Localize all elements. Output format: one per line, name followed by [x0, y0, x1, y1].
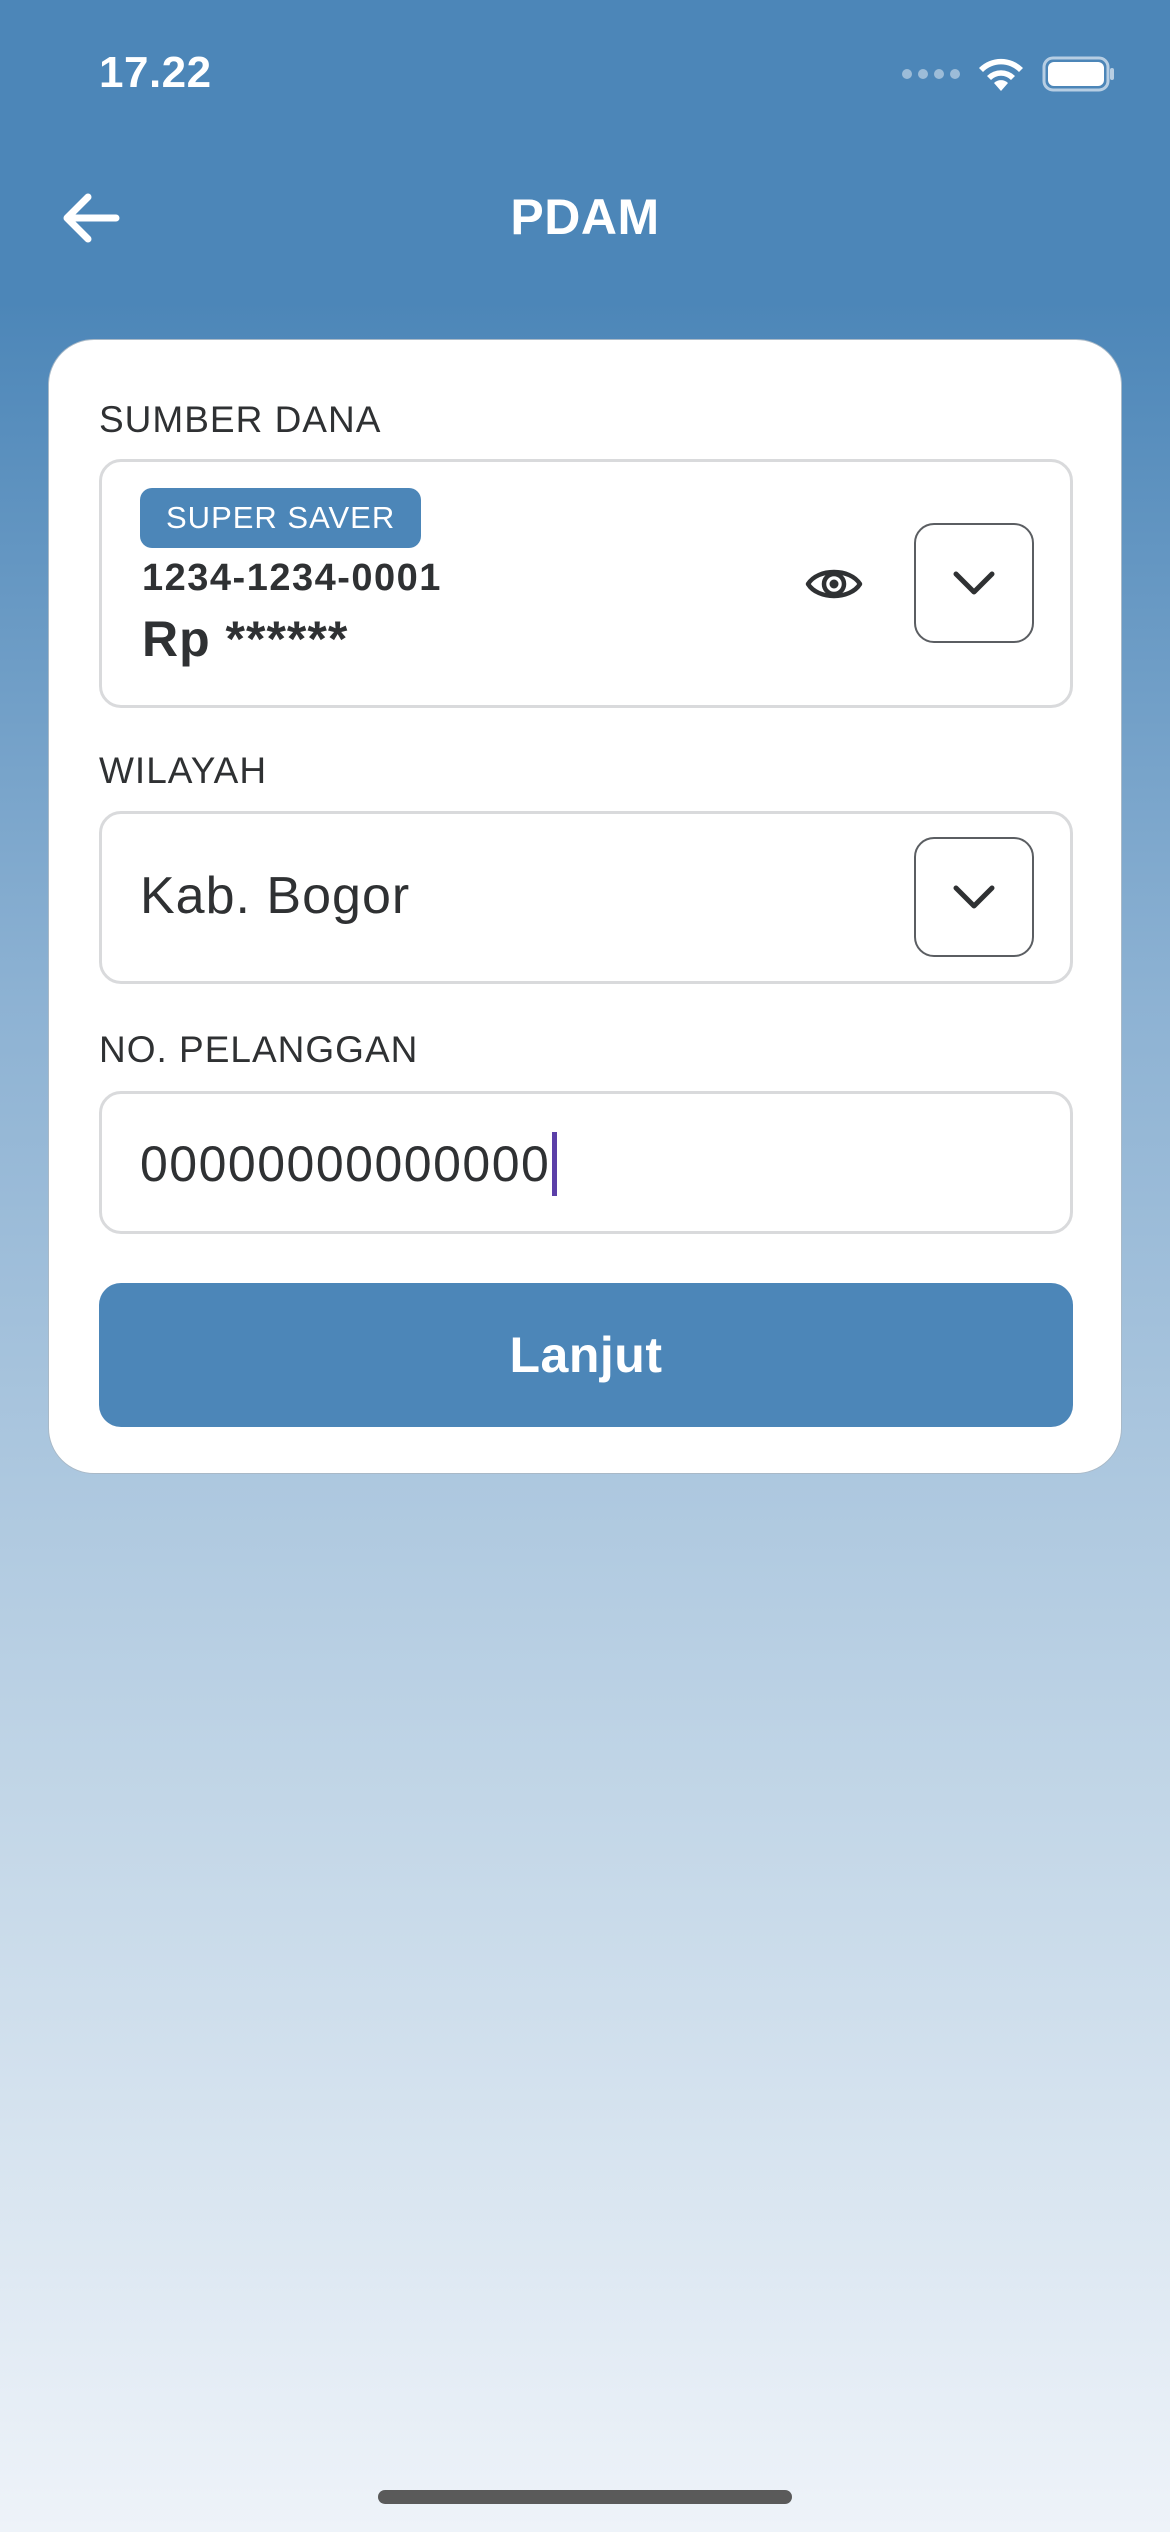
region-selector[interactable]: Kab. Bogor: [99, 811, 1073, 984]
cellular-signal-icon: [902, 69, 960, 79]
customer-number-field[interactable]: 00000000000000: [99, 1091, 1073, 1234]
battery-icon: [1042, 56, 1114, 92]
eye-icon[interactable]: [804, 554, 864, 614]
region-dropdown-button[interactable]: [914, 837, 1034, 957]
customer-number-value: 00000000000000: [140, 1136, 551, 1192]
region-label: WILAYAH: [99, 750, 268, 791]
continue-button[interactable]: Lanjut: [99, 1283, 1073, 1427]
account-number: 1234-1234-0001: [142, 557, 442, 599]
source-of-funds-label: SUMBER DANA: [99, 399, 382, 440]
text-cursor: [552, 1132, 558, 1196]
wifi-icon: [979, 58, 1023, 91]
source-of-funds-selector[interactable]: SUPER SAVER 1234-1234-0001 Rp ******: [99, 459, 1073, 708]
status-icons: [902, 54, 1116, 94]
customer-number-input[interactable]: 00000000000000: [140, 1132, 558, 1196]
account-type-badge: SUPER SAVER: [140, 488, 422, 548]
status-time: 17.22: [99, 48, 212, 97]
customer-number-label: NO. PELANGGAN: [99, 1029, 419, 1070]
region-value: Kab. Bogor: [140, 867, 411, 925]
account-balance: Rp ******: [142, 611, 349, 667]
page-title: PDAM: [510, 189, 660, 245]
chevron-down-icon: [953, 885, 995, 909]
home-indicator[interactable]: [378, 2490, 792, 2504]
chevron-down-icon: [953, 571, 995, 595]
source-of-funds-dropdown-button[interactable]: [914, 523, 1034, 643]
payment-form-card: SUMBER DANA SUPER SAVER 1234-1234-0001 R…: [48, 339, 1122, 1474]
